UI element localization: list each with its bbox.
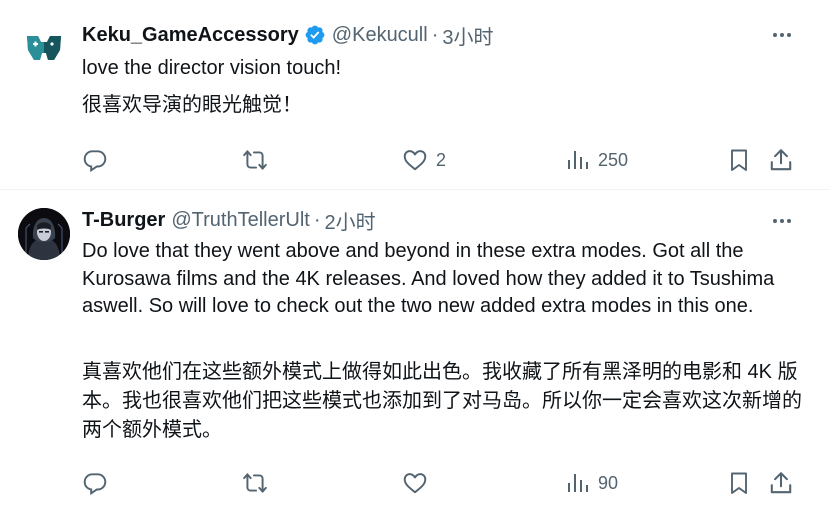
- more-dots-icon[interactable]: [768, 207, 796, 235]
- tweet[interactable]: T-Burger @TruthTellerUlt · 2小时 Do love t…: [0, 190, 830, 513]
- view-count: 250: [598, 149, 629, 170]
- tweet-translation: 真喜欢他们在这些额外模式上做得如此出色。我收藏了所有黑泽明的电影和 4K 版本。…: [82, 361, 802, 441]
- retweet-icon: [243, 150, 267, 170]
- hooded-figure-avatar-icon: [18, 208, 70, 260]
- tweet-translation: 很喜欢导演的眼光触觉！: [82, 94, 302, 116]
- action-bar: 2 250: [82, 145, 802, 175]
- reply-icon: [83, 150, 107, 173]
- view-count: 90: [598, 472, 619, 493]
- like-button[interactable]: [402, 468, 436, 498]
- more-dots-icon[interactable]: [768, 21, 796, 49]
- share-icon: [770, 149, 792, 171]
- bookmark-button[interactable]: [727, 145, 751, 175]
- views-chart-icon: [568, 474, 588, 492]
- reply-button[interactable]: [82, 145, 116, 175]
- tweet-feed: Keku_GameAccessory @Kekucull · 3小时 love …: [0, 0, 830, 513]
- retweet-button[interactable]: [242, 468, 276, 498]
- bookmark-icon: [731, 472, 747, 494]
- views-button[interactable]: 250: [566, 145, 628, 175]
- user-handle[interactable]: @TruthTellerUlt: [171, 209, 309, 232]
- retweet-icon: [243, 473, 267, 493]
- verified-badge-icon[interactable]: [304, 24, 326, 46]
- views-chart-icon: [568, 151, 588, 169]
- display-name[interactable]: T-Burger: [82, 209, 165, 232]
- heart-icon: [403, 150, 427, 171]
- reply-button[interactable]: [82, 468, 116, 498]
- bookmark-button[interactable]: [727, 468, 751, 498]
- share-button[interactable]: [768, 145, 794, 175]
- avatar[interactable]: [18, 22, 70, 74]
- tweet-text: love the director vision touch!: [82, 57, 342, 79]
- timestamp[interactable]: 2小时: [325, 206, 376, 235]
- tweet-header: T-Burger @TruthTellerUlt · 2小时: [82, 206, 376, 235]
- action-bar: 90: [82, 468, 802, 498]
- tweet-header: Keku_GameAccessory @Kekucull · 3小时: [82, 21, 494, 50]
- separator-dot: ·: [431, 23, 439, 46]
- tweet-text: Do love that they went above and beyond …: [82, 240, 775, 317]
- like-button[interactable]: 2: [402, 145, 446, 175]
- separator-dot: ·: [313, 208, 321, 231]
- like-count: 2: [436, 149, 447, 170]
- bookmark-icon: [731, 149, 747, 171]
- views-button[interactable]: 90: [566, 468, 618, 498]
- retweet-button[interactable]: [242, 145, 276, 175]
- user-handle[interactable]: @Kekucull: [332, 24, 428, 47]
- timestamp[interactable]: 3小时: [442, 21, 493, 50]
- share-icon: [770, 472, 792, 494]
- display-name[interactable]: Keku_GameAccessory: [82, 24, 299, 47]
- avatar[interactable]: [18, 208, 70, 260]
- share-button[interactable]: [768, 468, 794, 498]
- tweet[interactable]: Keku_GameAccessory @Kekucull · 3小时 love …: [0, 0, 830, 190]
- heart-icon: [403, 473, 427, 494]
- reply-icon: [83, 473, 107, 496]
- game-controller-logo-icon: [18, 22, 70, 74]
